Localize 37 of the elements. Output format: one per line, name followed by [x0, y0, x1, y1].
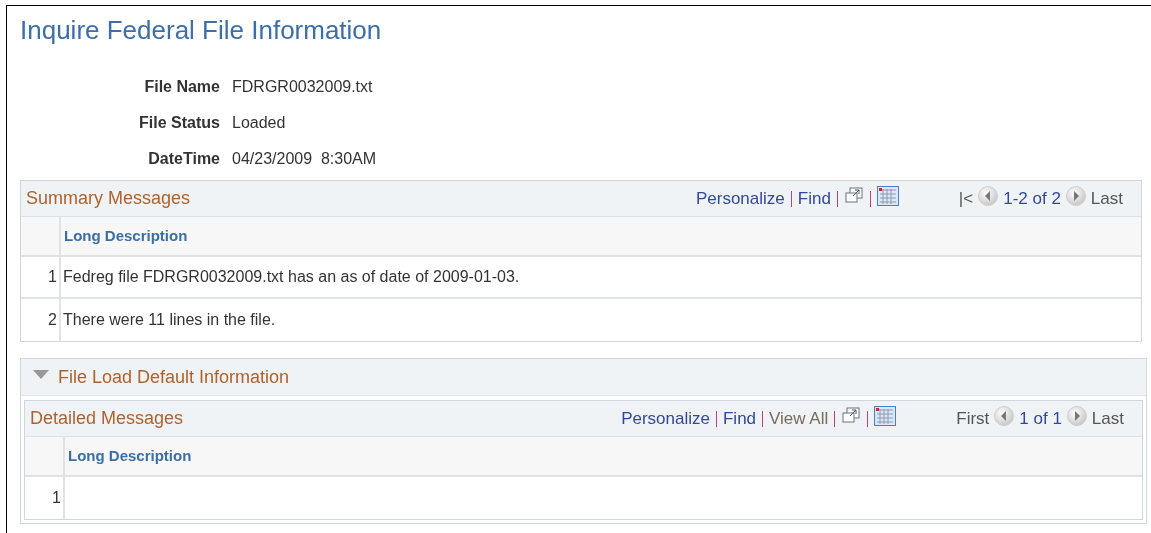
row-number: 1 [52, 488, 61, 508]
collapse-triangle-icon[interactable] [33, 370, 49, 380]
field-value: Loaded [232, 113, 286, 133]
next-icon[interactable] [1065, 185, 1086, 206]
page-range: 1 of 1 [1019, 407, 1062, 430]
grid-title: Detailed Messages [30, 407, 184, 430]
column-header: Long Description [64, 225, 188, 246]
spreadsheet-icon[interactable] [874, 405, 897, 426]
field-value: 04/23/2009 8:30AM [232, 149, 377, 169]
column-header: Long Description [68, 445, 192, 466]
last-link[interactable]: Last [1091, 405, 1124, 432]
table-cell-text: Fedreg file FDRGR0032009.txt has an as of date of 2009-01-03. [63, 267, 520, 287]
field-label: File Name [143, 77, 220, 97]
field-value: FDRGR0032009.txt [232, 77, 373, 97]
page-title: Inquire Federal File Information [20, 14, 383, 46]
row-number: 1 [48, 267, 57, 287]
zoom-window-icon[interactable] [843, 186, 864, 205]
grid-link[interactable]: Personalize [621, 405, 710, 432]
page-range: 1-2 of 2 [1003, 187, 1061, 210]
table-cell-text: There were 11 lines in the file. [63, 310, 276, 330]
spreadsheet-icon[interactable] [876, 185, 899, 206]
next-icon[interactable] [1066, 405, 1087, 426]
row-number: 2 [48, 310, 57, 330]
grid-link[interactable]: Find [797, 185, 831, 212]
grid-link[interactable]: Find [722, 405, 757, 432]
grid-title: Summary Messages [26, 187, 191, 210]
previous-icon[interactable] [994, 405, 1015, 426]
section-header[interactable]: File Load Default Information [21, 359, 1146, 396]
section-title: File Load Default Information [58, 365, 290, 389]
zoom-window-icon[interactable] [841, 406, 862, 425]
grid-link[interactable]: Personalize [695, 185, 785, 212]
last-link[interactable]: Last [1090, 185, 1123, 212]
field-label: File Status [138, 113, 220, 133]
first-link[interactable]: |< [958, 185, 974, 212]
first-link[interactable]: First [956, 405, 990, 432]
field-label: DateTime [147, 149, 220, 169]
previous-icon[interactable] [978, 185, 999, 206]
